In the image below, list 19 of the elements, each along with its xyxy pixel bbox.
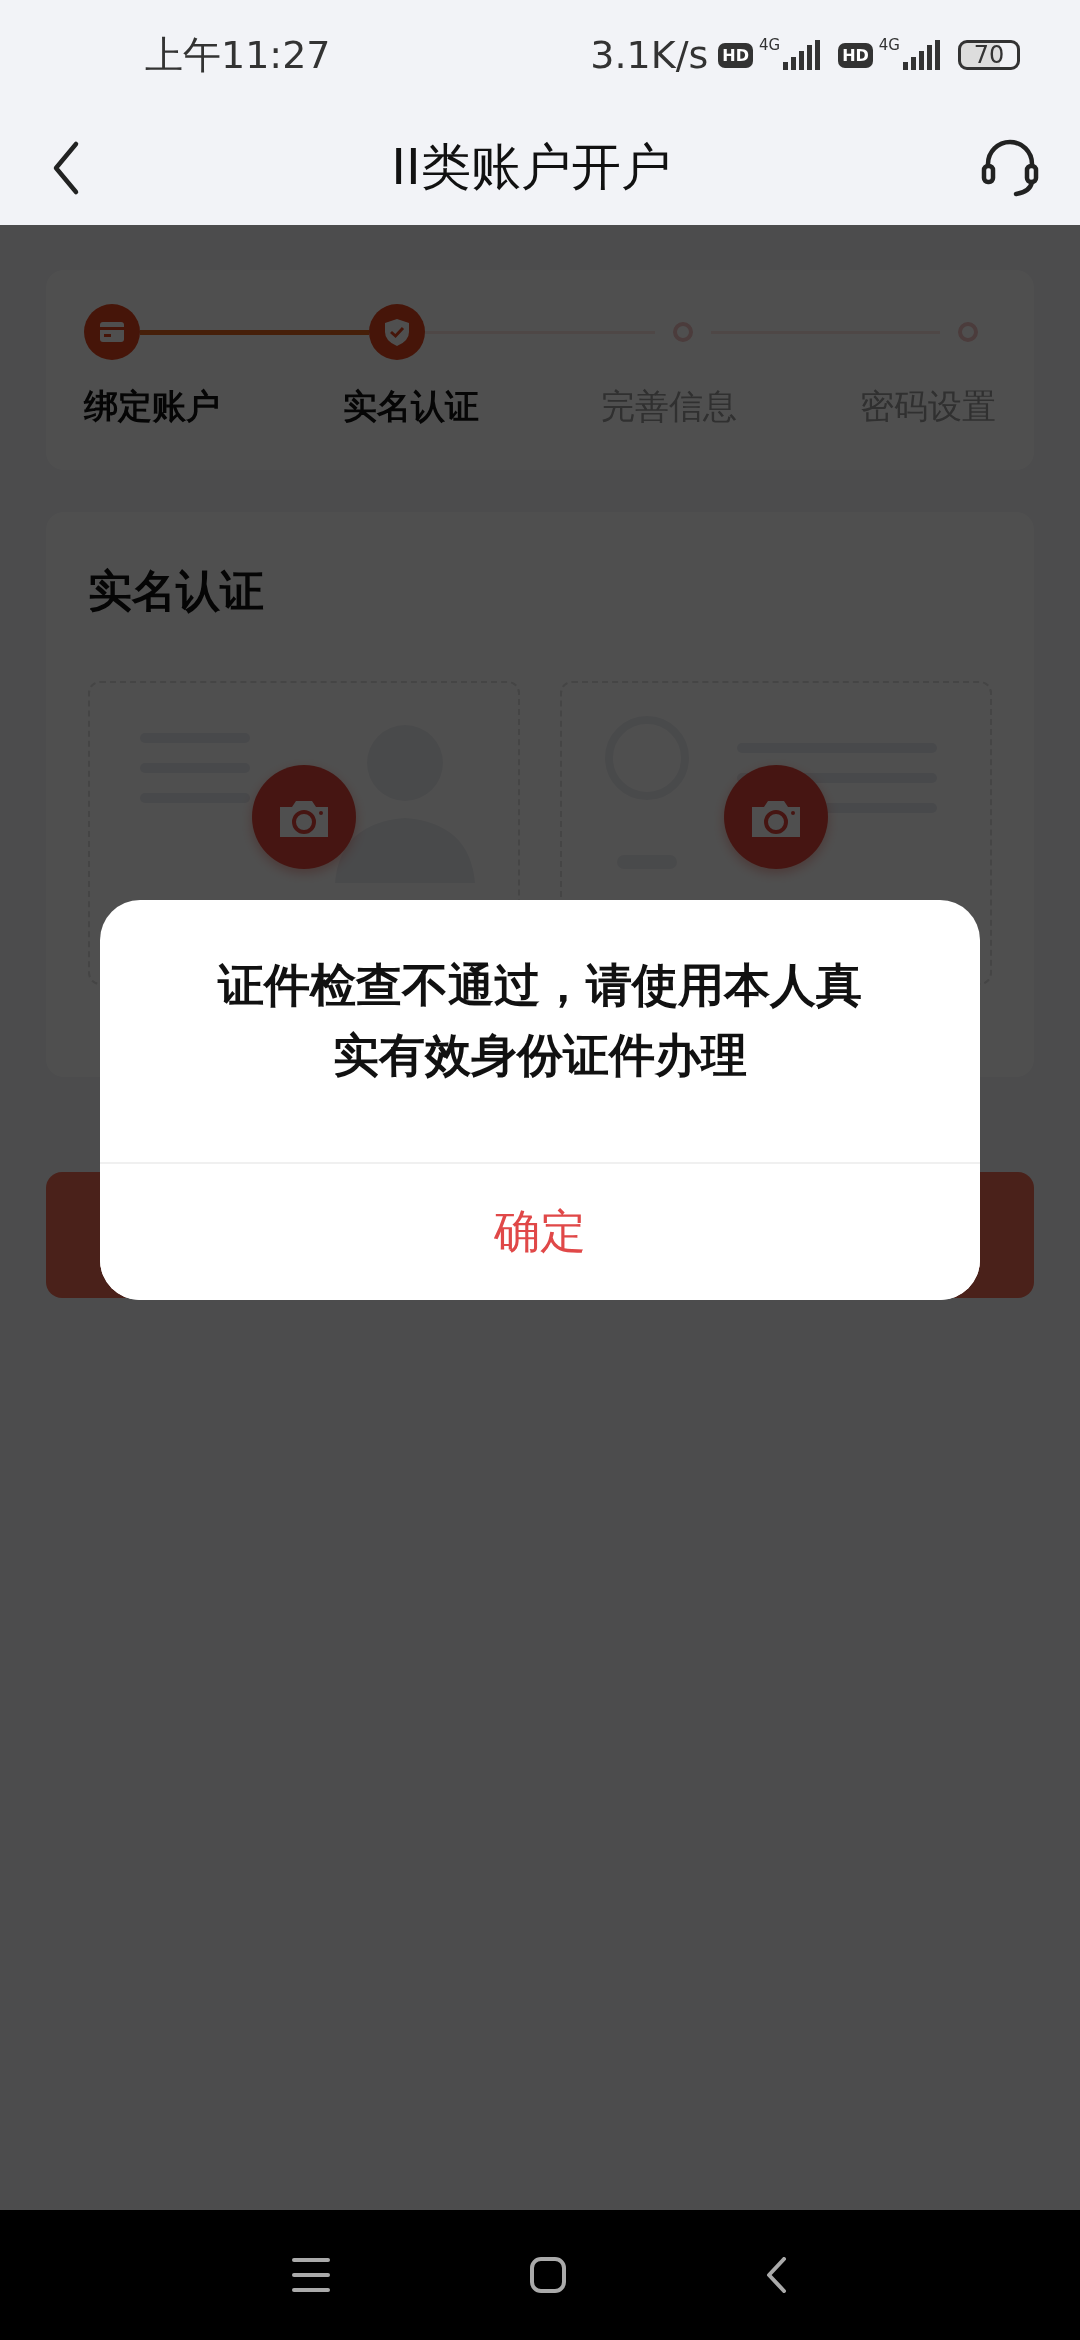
network-type: 4G bbox=[759, 36, 781, 54]
back-icon[interactable] bbox=[766, 2257, 788, 2293]
signal-icon bbox=[903, 40, 940, 70]
alert-message: 证件检查不通过，请使用本人真实有效身份证件办理 bbox=[216, 957, 863, 1084]
status-time: 上午11:27 bbox=[145, 31, 331, 79]
battery-icon: 70 bbox=[958, 40, 1020, 70]
page-title: II类账户开户 bbox=[391, 137, 671, 198]
network-type: 4G bbox=[878, 36, 900, 54]
home-icon[interactable] bbox=[530, 2257, 566, 2293]
hd-badge: HD bbox=[718, 42, 753, 68]
section-title: 实名认证 bbox=[88, 564, 265, 618]
signal-icon bbox=[783, 40, 821, 70]
network-speed: 3.1K/s bbox=[590, 33, 709, 77]
hd-badge: HD bbox=[838, 42, 873, 68]
headset-icon[interactable] bbox=[980, 137, 1040, 198]
step-label: 绑定账户 bbox=[84, 385, 220, 428]
confirm-button[interactable]: 确定 bbox=[100, 1162, 980, 1300]
menu-icon[interactable] bbox=[292, 2258, 330, 2292]
step-label: 实名认证 bbox=[342, 385, 479, 428]
